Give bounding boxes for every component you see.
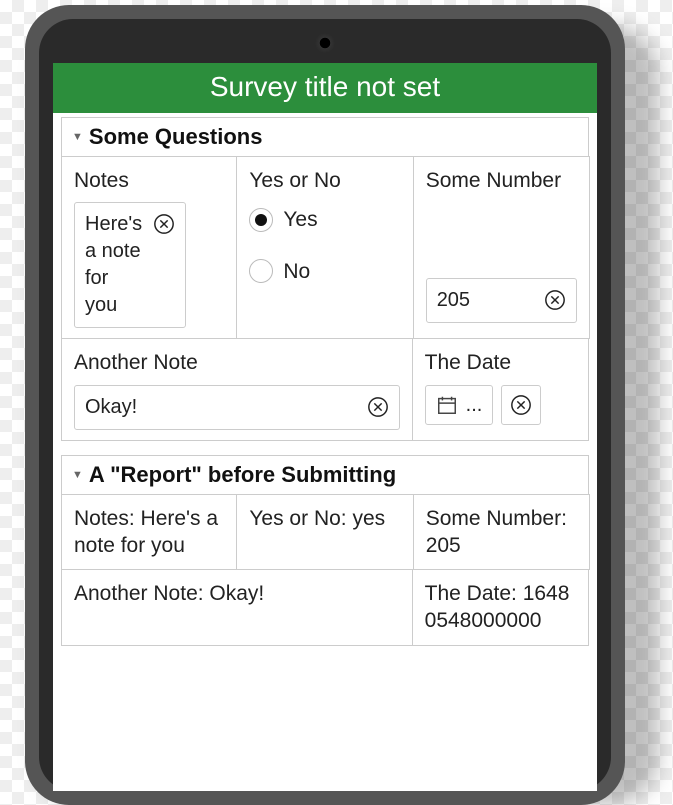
x-circle-icon (544, 289, 566, 311)
another-note-cell: Another Note Okay! (61, 339, 413, 440)
section-questions-title: Some Questions (89, 124, 263, 150)
radio-icon-selected (249, 208, 273, 232)
report-date: The Date: 16480548000000 (413, 570, 589, 646)
date-display: ... (466, 392, 483, 418)
section-questions-header[interactable]: ▼ Some Questions (61, 117, 589, 156)
yesno-radio-group: Yes No (249, 200, 400, 303)
survey-title-bar: Survey title not set (53, 63, 597, 113)
another-note-value: Okay! (85, 394, 359, 421)
survey-title: Survey title not set (210, 71, 440, 102)
report-another-note: Another Note: Okay! (61, 570, 413, 646)
section-report-title: A "Report" before Submitting (89, 462, 396, 488)
tablet-device-frame: Survey title not set ▼ Some Questions No… (25, 5, 625, 805)
radio-yes[interactable]: Yes (249, 200, 400, 251)
report-notes: Notes: Here's a note for you (61, 494, 237, 571)
survey-content: ▼ Some Questions Notes Here's a note for… (53, 113, 597, 646)
section-report-header[interactable]: ▼ A "Report" before Submitting (61, 455, 589, 494)
yesno-cell: Yes or No Yes No (237, 156, 413, 339)
tablet-bezel: Survey title not set ▼ Some Questions No… (39, 19, 611, 791)
another-note-input[interactable]: Okay! (74, 385, 400, 430)
notes-cell: Notes Here's a note for you (61, 156, 237, 339)
number-value: 205 (437, 287, 536, 314)
number-label: Some Number (426, 167, 577, 194)
clear-date-button[interactable] (501, 385, 541, 425)
notes-input[interactable]: Here's a note for you (74, 202, 186, 328)
report-row-2: Another Note: Okay! The Date: 1648054800… (61, 570, 589, 646)
number-cell: Some Number 205 (414, 156, 590, 339)
clear-number-button[interactable] (544, 289, 566, 311)
screen: Survey title not set ▼ Some Questions No… (53, 63, 597, 791)
number-input[interactable]: 205 (426, 278, 577, 323)
section-gap (61, 441, 589, 455)
chevron-down-icon: ▼ (72, 131, 83, 143)
calendar-icon (436, 394, 458, 416)
yesno-label: Yes or No (249, 167, 400, 194)
report-number: Some Number: 205 (414, 494, 590, 571)
notes-label: Notes (74, 167, 224, 194)
notes-value: Here's a note for you (85, 211, 145, 319)
another-note-label: Another Note (74, 349, 400, 376)
x-circle-icon (153, 213, 175, 235)
x-circle-icon (367, 396, 389, 418)
questions-row-1: Notes Here's a note for you (61, 156, 589, 339)
radio-no-label: No (283, 258, 310, 285)
date-label: The Date (425, 349, 576, 376)
radio-yes-label: Yes (283, 206, 317, 233)
report-row-1: Notes: Here's a note for you Yes or No: … (61, 494, 589, 571)
radio-no[interactable]: No (249, 252, 400, 303)
clear-another-note-button[interactable] (367, 396, 389, 418)
date-picker-button[interactable]: ... (425, 385, 494, 425)
chevron-down-icon: ▼ (72, 469, 83, 481)
date-row: ... (425, 385, 576, 425)
date-cell: The Date ... (413, 339, 589, 440)
x-circle-icon (510, 394, 532, 416)
clear-notes-button[interactable] (153, 213, 175, 235)
questions-row-2: Another Note Okay! (61, 339, 589, 440)
report-grid: Notes: Here's a note for you Yes or No: … (61, 494, 589, 646)
radio-icon (249, 259, 273, 283)
report-yesno: Yes or No: yes (237, 494, 413, 571)
camera-icon (315, 33, 335, 53)
